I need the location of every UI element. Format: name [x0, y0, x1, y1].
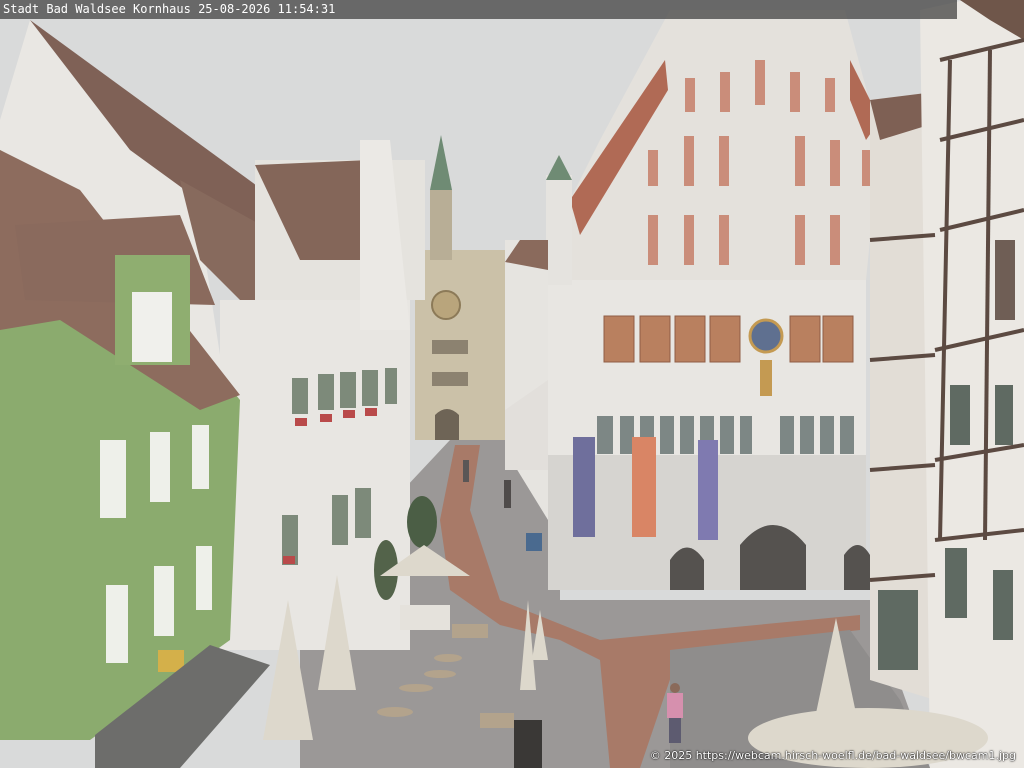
- banner-blue: [573, 437, 595, 537]
- webcam-credit-overlay: © 2025 https://webcam.hirsch-woelfl.de/b…: [649, 749, 1016, 762]
- clock-ornament: [748, 318, 784, 354]
- half-timbered-building: [869, 0, 1024, 768]
- street-sign: [526, 533, 542, 551]
- menu-board: [514, 720, 542, 768]
- webcam-title-overlay: Stadt Bad Waldsee Kornhaus 25-08-2026 11…: [0, 0, 957, 19]
- banner-orange: [632, 437, 656, 537]
- banner-violet: [698, 440, 718, 540]
- webcam-scene: [0, 0, 1024, 768]
- tree: [407, 496, 437, 548]
